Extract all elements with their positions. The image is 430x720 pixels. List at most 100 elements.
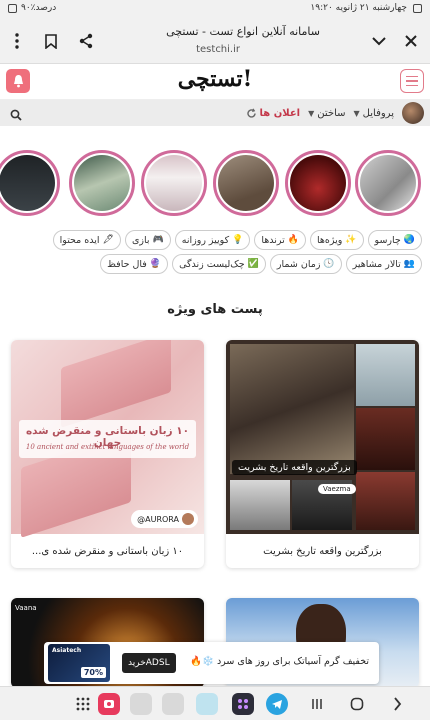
post-caption: ۱۰ زبان باستانی و منقرض شده ی... (31, 545, 184, 557)
nav-profile[interactable]: پروفایل ▼ (354, 108, 394, 119)
more-options-icon[interactable] (6, 30, 28, 52)
crystal-ball-icon: 🔮 (149, 259, 162, 269)
check-icon: ✅ (247, 259, 259, 269)
app-icon-gray[interactable] (162, 693, 184, 715)
site-logo[interactable]: تستچی! (178, 66, 253, 92)
browser-bar: سامانه آنلاین انواع تست - تستچی testchi.… (0, 18, 430, 64)
app-icon-cyan[interactable] (196, 693, 218, 715)
snowflake-icon: ❄️ (202, 656, 214, 667)
notifications-button[interactable] (6, 69, 30, 93)
nav-announcements[interactable]: اعلان ها (246, 107, 301, 119)
battery-text: ۹۰٪درصد (21, 3, 57, 13)
nav-announcements-label: اعلان ها (259, 107, 301, 119)
post-brand-label: Vaana (15, 604, 37, 612)
crowd-icon: 👥 (403, 259, 415, 269)
chip-label: چارسو (374, 234, 401, 246)
chevron-down-icon: ▼ (308, 108, 315, 118)
status-right: چهارشنبه ۲۱ ژانویه ۱۹:۲۰ (310, 3, 422, 13)
site-header: تستچی! (0, 64, 430, 100)
ad-buy-button[interactable]: خریدADSL (122, 653, 176, 673)
fire-icon: 🔥 (190, 656, 203, 667)
gamepad-icon: 🎮 (152, 235, 164, 245)
chip-daily-quiz[interactable]: 💡 کوییز روزانه (174, 230, 251, 250)
chip-content-idea[interactable]: 🖋 ایده محتوا (52, 230, 121, 250)
post-overlay-subtitle: 10 ancient and extinct languages of the … (25, 443, 190, 451)
browser-title: سامانه آنلاین انواع تست - تستچی (166, 25, 320, 38)
ad-thumb-brand: Asiatech (52, 647, 82, 654)
menu-line-icon (406, 80, 418, 82)
close-icon[interactable] (400, 30, 422, 52)
app-icon-dark[interactable] (232, 693, 254, 715)
home-icon[interactable] (346, 693, 368, 715)
telegram-icon[interactable] (266, 693, 288, 715)
post-caption: بزرگترین واقعه تاریخ بشریت (263, 545, 382, 557)
chip-label: تالار مشاهیر (352, 258, 401, 270)
fire-icon: 🔥 (287, 235, 299, 245)
share-icon[interactable] (75, 30, 97, 52)
post-card[interactable]: بزرگترین واقعه تاریخ بشریت Vaezma بزرگتر… (226, 340, 419, 568)
chip-countdown[interactable]: 🕓 زمان شمار (269, 254, 342, 274)
app-icon-red[interactable] (98, 693, 120, 715)
apps-grid-icon[interactable] (72, 693, 94, 715)
chip-hafez[interactable]: 🔮 فال حافظ (100, 254, 169, 274)
ad-thumb-discount: 70% (80, 667, 106, 678)
nav-bar: پروفایل ▼ ساختن ▼ اعلان ها (0, 100, 430, 126)
notification-icon (413, 3, 422, 13)
post-card[interactable]: ۱۰ زبان باستانی و منقرض شده جهان 10 anci… (11, 340, 204, 568)
chip-label: چک‌لیست زندگی (179, 258, 245, 270)
battery-icon (8, 3, 17, 13)
bulb-icon: 💡 (232, 235, 244, 245)
system-nav-bar (0, 686, 430, 720)
post-author-tag: Vaezma (318, 484, 356, 494)
menu-line-icon (406, 84, 418, 87)
back-icon[interactable] (386, 693, 408, 715)
bookmark-icon[interactable] (40, 30, 62, 52)
stories-row (0, 150, 430, 218)
bell-icon (13, 75, 23, 88)
nav-build-label: ساختن (317, 107, 346, 119)
story-item[interactable] (285, 150, 351, 216)
ad-banner[interactable]: Asiatech 70% خریدADSL تخفیف گرم آسیاتک ب… (44, 642, 379, 684)
chip-label: بازی (131, 234, 150, 246)
chip-label: زمان شمار (276, 258, 321, 270)
recent-apps-icon[interactable] (306, 693, 328, 715)
author-avatar (182, 513, 194, 525)
chip-label: فال حافظ (107, 258, 147, 270)
post-image: بزرگترین واقعه تاریخ بشریت Vaezma (226, 340, 419, 534)
pen-icon: 🖋 (102, 235, 114, 245)
nav-build[interactable]: ساختن ▼ (308, 108, 345, 119)
ad-text-label: تخفیف گرم آسیاتک برای روز های سرد (216, 656, 369, 667)
search-icon[interactable] (10, 106, 22, 125)
chip-charsoo[interactable]: 🌏 چارسو (367, 230, 422, 250)
story-item[interactable] (355, 150, 421, 216)
nav-profile-label: پروفایل (362, 107, 394, 119)
chip-life-checklist[interactable]: ✅ چک‌لیست زندگی (172, 254, 266, 274)
post-image: ۱۰ زبان باستانی و منقرض شده جهان 10 anci… (11, 340, 204, 538)
chip-label: ترندها (261, 234, 285, 246)
avatar[interactable] (402, 102, 424, 124)
chevron-down-icon[interactable] (368, 30, 390, 52)
chip-featured[interactable]: ✨ ویژه‌ها (309, 230, 364, 250)
chip-game[interactable]: 🎮 بازی (124, 230, 171, 250)
chevron-down-icon: ▼ (353, 108, 360, 118)
chip-label: ایده محتوا (59, 234, 100, 246)
post-author-tag: @AURORA (131, 510, 198, 528)
chip-label: کوییز روزانه (181, 234, 230, 246)
ad-thumbnail: Asiatech 70% (48, 644, 110, 682)
globe-icon: 🌏 (403, 235, 415, 245)
menu-line-icon (406, 75, 418, 78)
app-icon-gray[interactable] (130, 693, 152, 715)
story-item[interactable] (141, 150, 207, 216)
chip-trends[interactable]: 🔥 ترندها (254, 230, 306, 250)
sparkle-icon: ✨ (345, 235, 357, 245)
chip-hall-of-fame[interactable]: 👥 تالار مشاهیر (345, 254, 422, 274)
status-left: ۹۰٪درصد (8, 3, 56, 13)
ad-text: تخفیف گرم آسیاتک برای روز های سرد ❄️🔥 (190, 656, 369, 667)
clock-icon: 🕓 (323, 259, 335, 269)
post-author-name: @AURORA (137, 514, 179, 524)
post-overlay-title: بزرگترین واقعه تاریخ بشریت (232, 460, 357, 475)
story-item[interactable] (69, 150, 135, 216)
story-item[interactable] (213, 150, 279, 216)
story-item[interactable] (0, 150, 60, 216)
hamburger-menu-button[interactable] (400, 69, 424, 93)
